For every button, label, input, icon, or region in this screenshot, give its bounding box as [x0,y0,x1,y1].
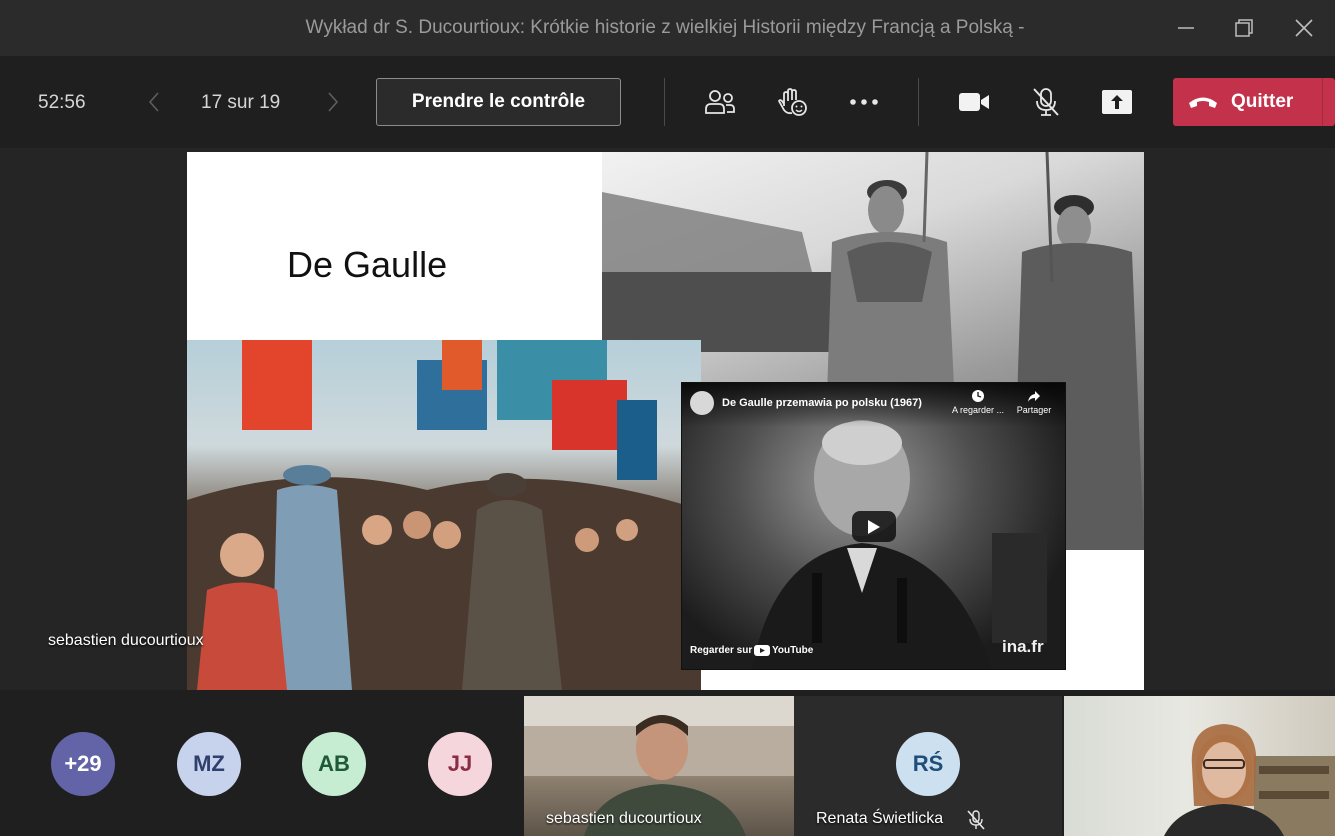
watch-on-label[interactable]: Regarder sur [690,645,752,656]
participant-gallery: +29 MZ AB JJ sebastien ducourtioux RŚ Re… [0,690,1335,836]
shared-content-stage: De Gaulle De Gaulle przemawia po polsku … [0,148,1335,690]
presenter-name-label: sebastien ducourtioux [48,632,204,649]
restore-icon [1235,19,1253,37]
window-title: Wykład dr S. Ducourtioux: Krótkie histor… [305,17,1025,38]
raise-hand-button[interactable] [774,84,810,120]
close-icon [1295,19,1313,37]
share-screen-button[interactable] [1099,84,1135,120]
leave-button-label: Quitter [1231,91,1294,112]
camera-icon [959,93,989,111]
youtube-logo-text: YouTube [772,645,814,656]
color-crowd-photo [187,340,701,690]
video-title[interactable]: De Gaulle przemawia po polsku (1967) [722,397,922,409]
camera-button[interactable] [956,84,992,120]
participant-video-tile-2[interactable] [1064,696,1335,836]
share-video-label: Partager [1016,405,1052,415]
ina-watermark: ina.fr [1002,637,1044,656]
take-control-button[interactable]: Prendre le contrôle [376,78,621,126]
meeting-timer: 52:56 [38,92,86,113]
leave-button[interactable]: Quitter [1173,78,1335,126]
meeting-toolbar: 52:56 17 sur 19 Prendre le contrôle Quit… [0,56,1335,148]
participant-video-illustration-2 [1164,724,1335,836]
participant-avatar-rs: RŚ [896,732,960,796]
share-arrow-icon [1028,391,1040,402]
chevron-right-icon [328,92,339,112]
participants-button[interactable] [702,84,738,120]
toolbar-divider [918,78,919,126]
more-options-button[interactable] [846,84,882,120]
channel-avatar[interactable] [690,391,714,415]
participant-avatar-mz[interactable]: MZ [177,732,241,796]
microphone-button[interactable] [1028,84,1064,120]
leave-options-button[interactable] [1322,78,1335,126]
previous-slide-button[interactable] [143,90,167,114]
presentation-slide: De Gaulle De Gaulle przemawia po polsku … [187,152,1144,690]
microphone-muted-icon [967,810,985,830]
participant-name-renata: Renata Świetlicka [816,810,944,827]
participant-avatar-jj[interactable]: JJ [428,732,492,796]
slide-title: De Gaulle [287,244,448,285]
minimize-icon [1178,27,1194,29]
microphone-muted-icon [1033,88,1059,116]
participant-video-tile[interactable]: sebastien ducourtioux [524,696,794,836]
title-bar: Wykład dr S. Ducourtioux: Krótkie histor… [0,0,1335,56]
share-icon [1102,90,1132,114]
play-button[interactable] [852,511,896,542]
toolbar-divider [664,78,665,126]
youtube-embed[interactable]: De Gaulle przemawia po polsku (1967) A r… [681,382,1066,670]
crowd-illustration [187,340,701,690]
watch-later-label: A regarder ... [951,405,1005,415]
overflow-participants-button[interactable]: +29 [51,732,115,796]
more-options-icon [850,99,878,105]
youtube-icon [754,645,770,656]
youtube-logo[interactable]: YouTube [754,645,813,656]
minimize-button[interactable] [1158,0,1214,56]
close-button[interactable] [1276,0,1332,56]
participant-tile-renata[interactable]: RŚ Renata Świetlicka [794,696,1062,836]
next-slide-button[interactable] [320,90,344,114]
clock-icon [972,390,984,402]
chevron-left-icon [148,92,159,112]
share-video-button[interactable]: Partager [1004,389,1064,415]
restore-button[interactable] [1216,0,1272,56]
participant-video-name: sebastien ducourtioux [546,810,702,827]
watch-later-button[interactable]: A regarder ... [948,389,1008,415]
phone-hangup-icon [1189,97,1217,108]
participant-avatar-ab[interactable]: AB [302,732,366,796]
participants-icon [705,90,735,114]
raise-hand-icon [777,88,807,116]
play-icon [868,519,880,534]
slide-counter: 17 sur 19 [201,92,281,113]
